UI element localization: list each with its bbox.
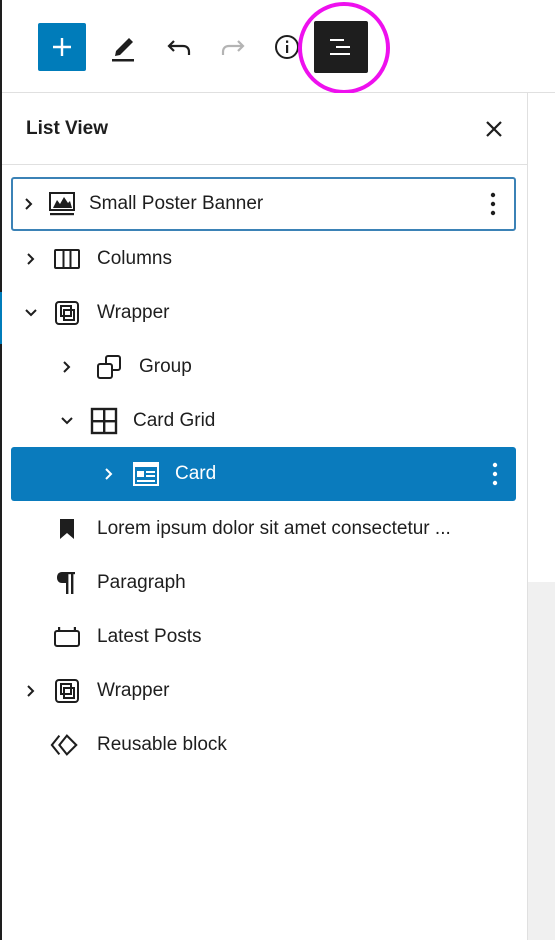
reusable-wrapper-icon <box>52 676 82 706</box>
list-item-label: Small Poster Banner <box>89 193 264 214</box>
grid-icon <box>89 406 119 436</box>
cover-icon <box>47 189 77 219</box>
pencil-icon <box>112 38 134 62</box>
paragraph-icon <box>52 568 82 598</box>
chevron-right-icon[interactable] <box>101 464 117 484</box>
list-item-lorem-ipsum[interactable]: Lorem ipsum dolor sit amet consectetur .… <box>11 502 516 556</box>
list-item-wrapper-2[interactable]: Wrapper <box>11 664 516 718</box>
add-block-button[interactable] <box>38 23 86 71</box>
list-item-card-grid[interactable]: Card Grid <box>11 394 516 448</box>
list-item-label: Group <box>139 356 192 377</box>
list-view-panel: List View Small Poster Banner Columns Wr… <box>2 93 528 940</box>
chevron-down-icon[interactable] <box>59 411 75 431</box>
columns-icon <box>52 244 82 274</box>
close-icon <box>486 121 502 137</box>
list-item-label: Lorem ipsum dolor sit amet consectetur .… <box>97 518 451 539</box>
chevron-right-icon[interactable] <box>23 249 39 269</box>
undo-button[interactable] <box>155 23 203 71</box>
list-item-group[interactable]: Group <box>11 340 516 394</box>
options-kebab-icon[interactable] <box>483 459 507 489</box>
list-view-button[interactable] <box>314 21 368 73</box>
redo-button[interactable] <box>209 23 257 71</box>
panel-title: List View <box>26 118 109 139</box>
list-item-label: Latest Posts <box>97 626 202 647</box>
card-icon <box>131 459 161 489</box>
list-item-card[interactable]: Card <box>11 447 516 501</box>
chevron-right-icon[interactable] <box>23 681 39 701</box>
undo-icon <box>167 40 191 55</box>
list-item-label: Paragraph <box>97 572 186 593</box>
list-item-label: Wrapper <box>97 302 170 323</box>
options-kebab-icon[interactable] <box>481 189 505 219</box>
list-item-paragraph[interactable]: Paragraph <box>11 556 516 610</box>
latest-posts-icon <box>52 622 82 652</box>
info-icon <box>275 35 299 59</box>
details-button[interactable] <box>263 23 311 71</box>
list-item-label: Card <box>175 463 217 484</box>
chevron-right-icon[interactable] <box>21 194 37 214</box>
list-item-wrapper[interactable]: Wrapper <box>11 286 516 340</box>
list-item-label: Card Grid <box>133 410 216 431</box>
editor-canvas-background <box>528 582 555 940</box>
list-item-label: Reusable block <box>97 734 227 755</box>
chevron-down-icon[interactable] <box>23 303 39 323</box>
reusable-block-icon <box>50 730 80 760</box>
edit-tool-button[interactable] <box>99 23 147 71</box>
bookmark-icon <box>52 514 82 544</box>
close-button[interactable] <box>476 115 512 143</box>
redo-icon <box>221 40 245 55</box>
panel-header: List View <box>2 93 527 165</box>
list-view-icon <box>330 39 350 55</box>
list-item-label: Wrapper <box>97 680 170 701</box>
list-item-latest-posts[interactable]: Latest Posts <box>11 610 516 664</box>
chevron-right-icon[interactable] <box>59 357 75 377</box>
list-item-reusable-block[interactable]: Reusable block <box>11 718 516 772</box>
reusable-wrapper-icon <box>52 298 82 328</box>
plus-icon <box>53 38 71 56</box>
editor-toolbar <box>2 0 555 94</box>
group-icon <box>94 352 124 382</box>
list-item-columns[interactable]: Columns <box>11 232 516 286</box>
list-item-small-poster-banner[interactable]: Small Poster Banner <box>11 177 516 231</box>
list-item-label: Columns <box>97 248 172 269</box>
